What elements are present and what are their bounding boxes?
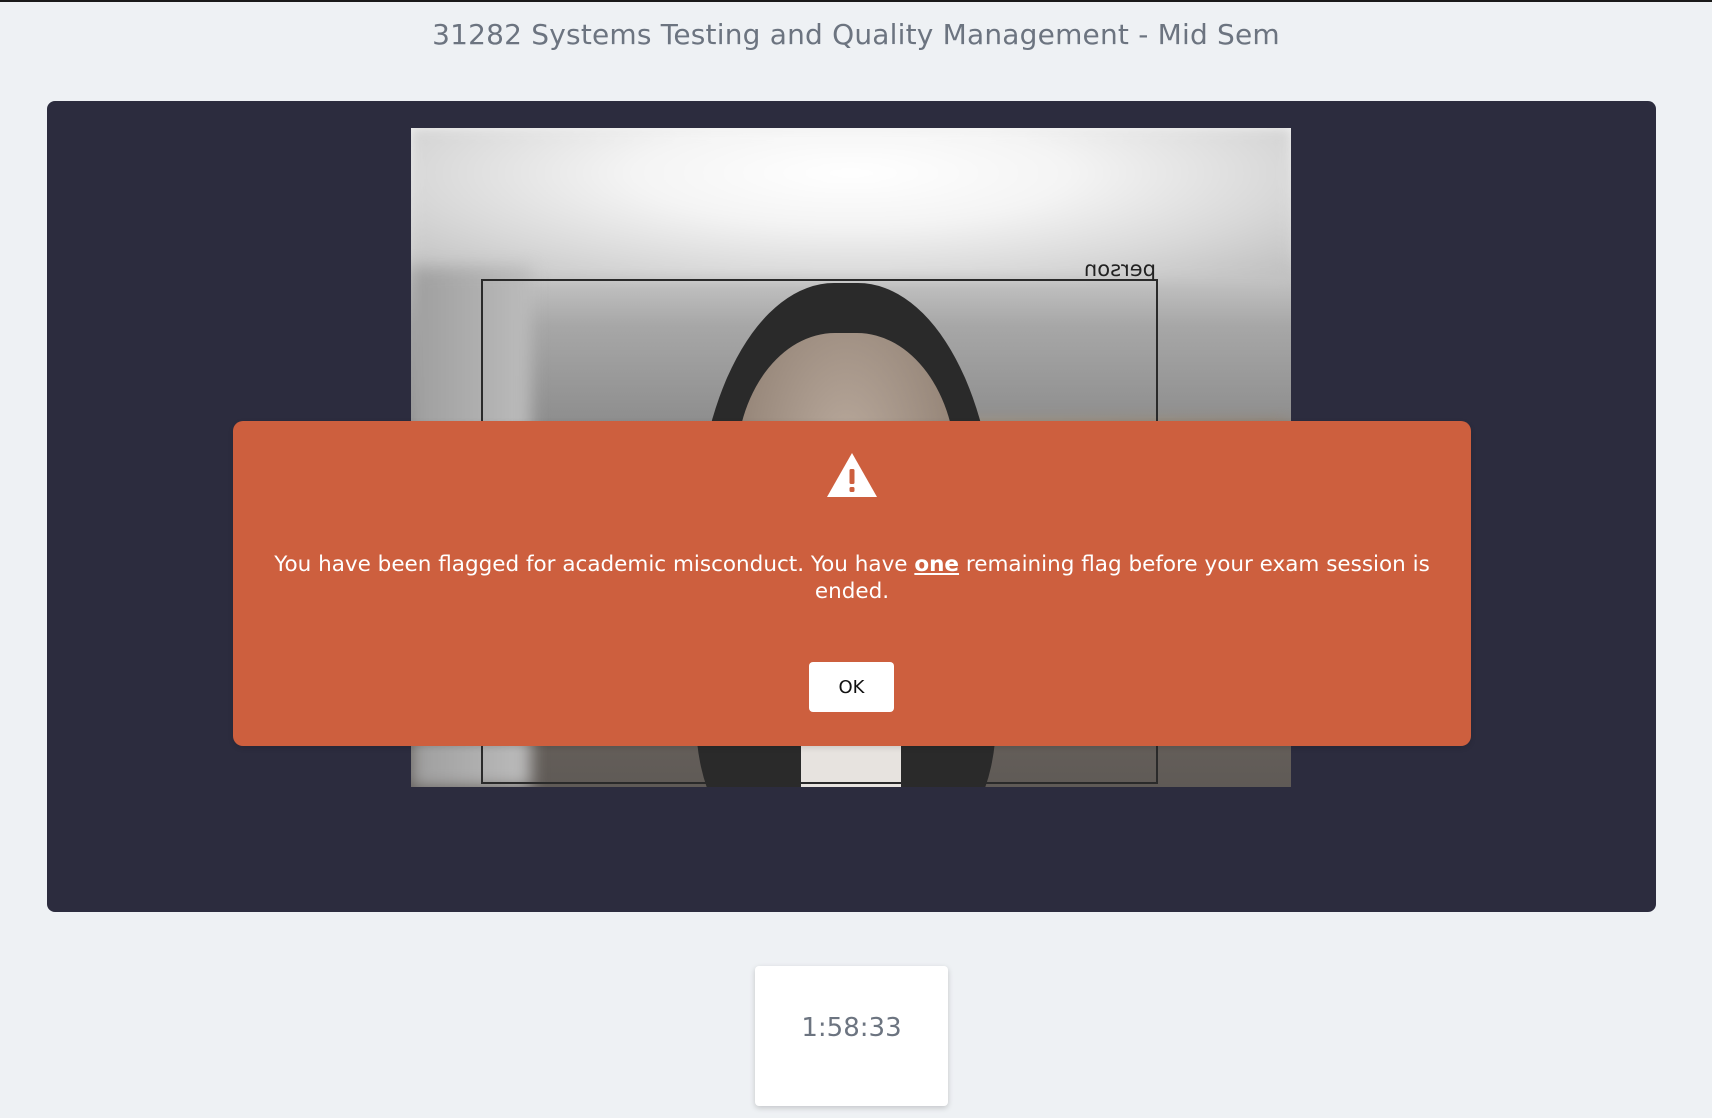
top-border: [0, 0, 1712, 2]
detection-label: person: [1084, 257, 1156, 281]
alert-message-emphasis: one: [914, 552, 960, 577]
alert-message-text: You have been flagged for academic misco…: [274, 552, 915, 577]
misconduct-alert-dialog: You have been flagged for academic misco…: [233, 421, 1471, 746]
ok-button[interactable]: OK: [809, 662, 894, 712]
warning-triangle-icon: [827, 453, 877, 497]
exam-title: 31282 Systems Testing and Quality Manage…: [432, 18, 1280, 51]
exam-timer-card: 1:58:33: [755, 966, 948, 1106]
webcam-background-ceiling: [411, 128, 1291, 278]
alert-message: You have been flagged for academic misco…: [253, 551, 1451, 605]
exam-timer: 1:58:33: [801, 1013, 902, 1043]
